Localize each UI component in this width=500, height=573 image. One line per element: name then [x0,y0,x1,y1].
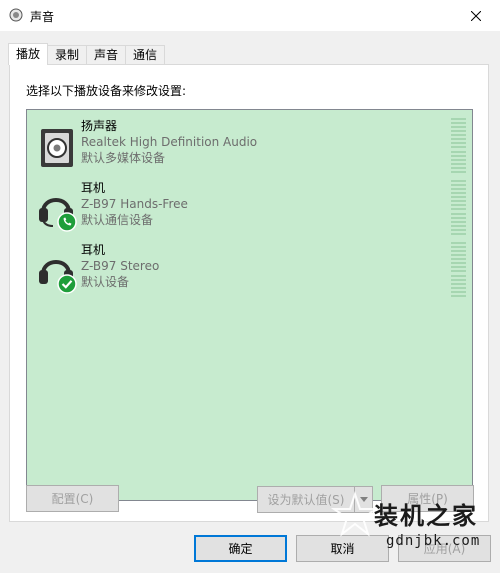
device-text: 耳机 Z-B97 Hands-Free 默认通信设备 [81,180,188,228]
instruction-text: 选择以下播放设备来修改设置: [26,84,187,98]
device-model: Z-B97 Stereo [81,259,160,273]
watermark: 装机之家 gdnjbk.com [330,490,498,572]
watermark-url: gdnjbk.com [386,533,481,549]
device-name: 耳机 [81,181,106,195]
tab-recording[interactable]: 录制 [47,45,88,65]
device-text: 耳机 Z-B97 Stereo 默认设备 [81,242,159,290]
volume-level-meter [451,118,466,173]
speaker-icon [41,129,73,167]
volume-level-meter [451,180,466,235]
device-list[interactable]: 扬声器 Realtek High Definition Audio 默认多媒体设… [26,109,473,501]
speaker-app-icon [9,8,23,22]
close-icon [471,10,481,21]
device-status: 默认设备 [81,275,130,289]
device-model: Z-B97 Hands-Free [81,197,188,211]
tab-communications[interactable]: 通信 [125,45,166,65]
close-button[interactable] [456,0,496,31]
device-name: 扬声器 [81,119,118,133]
tab-strip: 播放 录制 声音 通信 [8,43,166,65]
device-model: Realtek High Definition Audio [81,135,258,149]
title-bar: 声音 [0,0,500,31]
device-item-headset-handsfree[interactable]: 耳机 Z-B97 Hands-Free 默认通信设备 [33,180,468,240]
star-logo-icon [330,490,380,537]
playback-panel: 选择以下播放设备来修改设置: 扬声器 Realtek High Definiti… [9,64,489,522]
ok-button[interactable]: 确定 [194,535,287,562]
configure-button[interactable]: 配置(C) [26,485,119,512]
device-status: 默认通信设备 [81,213,154,227]
device-status: 默认多媒体设备 [81,151,166,165]
watermark-title: 装机之家 [374,501,478,530]
tab-sounds[interactable]: 声音 [86,45,127,65]
window-title: 声音 [30,10,55,24]
headset-check-icon [39,260,77,294]
device-item-headset-stereo[interactable]: 耳机 Z-B97 Stereo 默认设备 [33,242,468,302]
tab-playback[interactable]: 播放 [8,43,49,65]
headset-phone-icon [39,198,77,232]
device-name: 耳机 [81,243,106,257]
device-text: 扬声器 Realtek High Definition Audio 默认多媒体设… [81,118,257,166]
volume-level-meter [451,242,466,297]
device-item-speakers[interactable]: 扬声器 Realtek High Definition Audio 默认多媒体设… [33,118,468,178]
